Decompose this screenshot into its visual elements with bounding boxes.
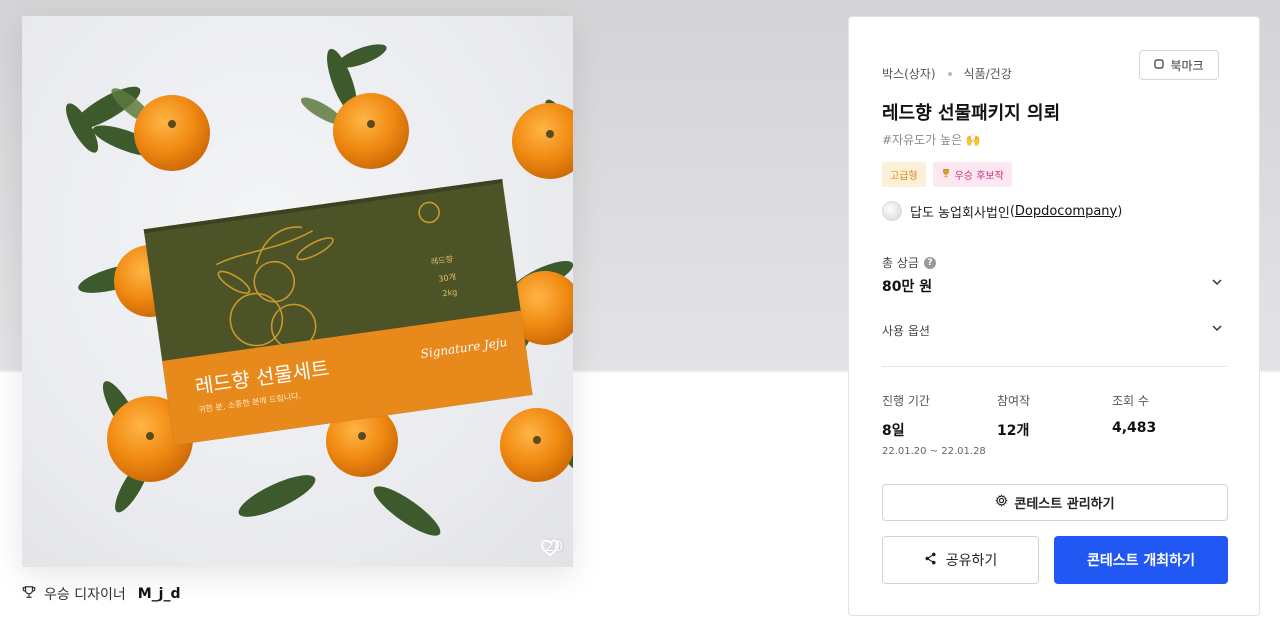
trophy-icon xyxy=(22,585,36,603)
stat-views: 조회 수 4,483 xyxy=(1112,392,1156,436)
prize-label: 총 상금 ? xyxy=(882,254,936,271)
manage-contest-label: 콘테스트 관리하기 xyxy=(1014,497,1115,512)
breadcrumb: 박스(상자) 식품/건강 xyxy=(882,65,1012,82)
share-button[interactable]: 공유하기 xyxy=(882,536,1039,584)
divider xyxy=(882,366,1227,367)
product-image[interactable]: 레드향 선물세트 귀한 분, 소중한 분께 드립니다. Signature Je… xyxy=(22,16,573,567)
winner-designer: 우승 디자이너 M_j_d xyxy=(22,584,181,604)
winner-candidate-label: 우승 후보작 xyxy=(954,171,1004,182)
stat-period: 진행 기간 8일 22.01.20 ~ 22.01.28 xyxy=(882,392,986,457)
stat-period-range: 22.01.20 ~ 22.01.28 xyxy=(882,446,986,457)
gift-box: 레드향 선물세트 귀한 분, 소중한 분께 드립니다. Signature Je… xyxy=(22,16,573,567)
company-avatar xyxy=(882,201,902,221)
gear-icon xyxy=(995,494,1009,511)
breadcrumb-item-box[interactable]: 박스(상자) xyxy=(882,65,936,82)
prize-value: 80만 원 xyxy=(882,279,933,295)
box-script: Signature Jeju xyxy=(419,334,509,361)
box-label: 레드향 xyxy=(430,254,454,267)
prize-label-text: 총 상금 xyxy=(882,256,919,270)
winner-name[interactable]: M_j_d xyxy=(138,586,181,602)
stat-views-value: 4,483 xyxy=(1112,420,1157,436)
premium-badge: 고급형 xyxy=(882,162,926,187)
stat-entries-label: 참여작 xyxy=(997,394,1031,408)
company-info[interactable]: 답도 농업회사법인 (Dopdocompany) xyxy=(882,201,1122,221)
chevron-down-icon[interactable] xyxy=(1211,322,1223,334)
badge-group: 고급형 우승 후보작 xyxy=(882,162,1012,187)
share-label: 공유하기 xyxy=(945,553,998,569)
like-button[interactable]: 20 xyxy=(540,539,563,557)
bookmark-icon xyxy=(1154,58,1165,72)
options-label: 사용 옵션 xyxy=(882,324,930,338)
company-handle[interactable]: Dopdocompany xyxy=(1015,204,1117,219)
winner-candidate-badge: 우승 후보작 xyxy=(932,162,1012,187)
stat-entries-value: 12개 xyxy=(997,423,1030,439)
box-count: 30개 xyxy=(437,272,457,284)
host-contest-button[interactable]: 콘테스트 개최하기 xyxy=(1054,536,1228,584)
bookmark-button[interactable]: 북마크 xyxy=(1139,50,1219,80)
stat-views-label: 조회 수 xyxy=(1112,394,1149,408)
help-icon[interactable]: ? xyxy=(923,256,936,269)
stat-entries: 참여작 12개 xyxy=(997,392,1030,440)
stat-period-value: 8일 xyxy=(882,423,905,439)
contest-title: 레드향 선물패키지 의뢰 xyxy=(882,103,1061,124)
breadcrumb-item-food[interactable]: 식품/건강 xyxy=(964,65,1012,82)
contest-hashtag: #자유도가 높은 🙌 xyxy=(882,133,981,147)
share-icon xyxy=(924,552,937,569)
contest-info-panel: 박스(상자) 식품/건강 북마크 레드향 선물패키지 의뢰 #자유도가 높은 🙌… xyxy=(848,16,1260,616)
company-name: 답도 농업회사법인 xyxy=(910,205,1010,221)
stat-period-label: 진행 기간 xyxy=(882,394,930,408)
box-weight: 2kg xyxy=(441,287,458,299)
bookmark-label: 북마크 xyxy=(1170,58,1204,73)
manage-contest-button[interactable]: 콘테스트 관리하기 xyxy=(882,484,1228,521)
box-title: 레드향 선물세트 xyxy=(193,356,331,399)
chevron-down-icon[interactable] xyxy=(1211,276,1223,288)
trophy-icon xyxy=(941,168,951,181)
breadcrumb-separator xyxy=(947,71,952,76)
winner-prefix: 우승 디자이너 xyxy=(44,587,126,603)
host-contest-label: 콘테스트 개최하기 xyxy=(1087,553,1195,569)
